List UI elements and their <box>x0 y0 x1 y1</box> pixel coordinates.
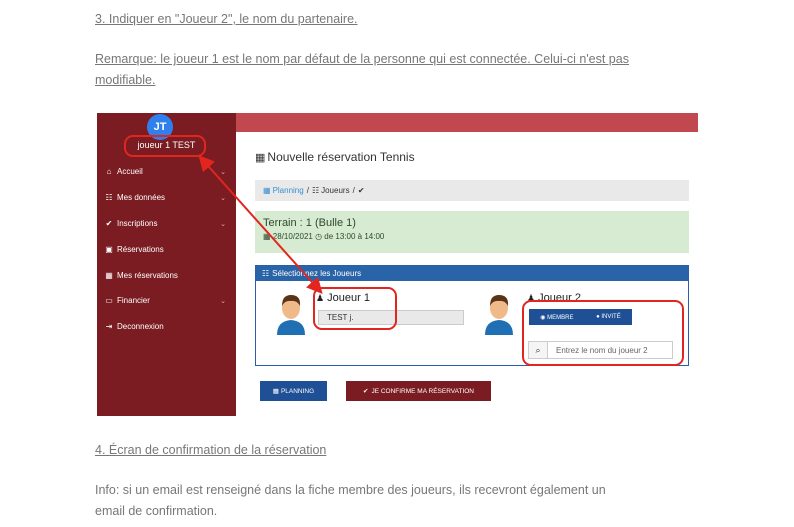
check-icon: ✔ <box>105 219 113 228</box>
terrain-schedule: ▦ 28/10/2021 ◷ de 13:00 à 14:00 <box>263 232 681 241</box>
planning-button[interactable]: ▦ PLANNING <box>260 381 327 401</box>
calendar-icon: ▦ <box>263 232 271 241</box>
users-icon: ☷ <box>311 186 320 195</box>
sidebar-item-label: Accueil <box>117 167 143 176</box>
sidebar-item-deconnexion[interactable]: ⇥ Deconnexion <box>103 322 229 331</box>
players-panel-header: ☷ Sélectionnez les Joueurs <box>256 266 688 281</box>
terrain-title: Terrain : 1 (Bulle 1) <box>263 217 356 229</box>
highlight-user-name <box>124 135 206 157</box>
terrain-time: de 13:00 à 14:00 <box>324 232 385 241</box>
sidebar-item-reservations[interactable]: ▣ Réservations <box>103 245 229 254</box>
terrain-info: Terrain : 1 (Bulle 1) ▦ 28/10/2021 ◷ de … <box>255 211 689 253</box>
clock-icon: ◷ <box>315 232 323 241</box>
chevron-down-icon: ⌄ <box>220 297 226 305</box>
sidebar-item-label: Financier <box>117 296 150 305</box>
info-line-1: Info: si un email est renseigné dans la … <box>95 483 606 497</box>
money-icon: ▭ <box>105 296 113 305</box>
chevron-down-icon: ⌄ <box>220 220 226 228</box>
check-icon: ✔ <box>362 388 369 395</box>
sidebar-item-financier[interactable]: ▭ Financier ⌄ <box>103 296 229 305</box>
calendar-icon: ▦ <box>255 151 266 164</box>
chevron-down-icon: ⌄ <box>220 194 226 202</box>
calendar-check-icon: ▣ <box>105 245 113 254</box>
confirm-reservation-button[interactable]: ✔ JE CONFIRME MA RÉSERVATION <box>346 381 491 401</box>
confirm-button-label: JE CONFIRME MA RÉSERVATION <box>371 387 475 395</box>
terrain-date: 28/10/2021 <box>272 232 313 241</box>
breadcrumb-separator: / <box>306 186 309 195</box>
remark-line-2: modifiable. <box>95 73 156 87</box>
remark-text: Remarque: le joueur 1 est le nom par déf… <box>95 49 705 91</box>
app-screenshot: JT joueur 1 TEST ⌂ Accueil ⌄ ☷ Mes donné… <box>97 113 698 416</box>
step-4-text: 4. Écran de confirmation de la réservati… <box>95 443 327 457</box>
breadcrumb-joueurs: Joueurs <box>321 186 350 195</box>
player-2-avatar-icon <box>485 295 513 335</box>
players-header-text: Sélectionnez les Joueurs <box>272 269 362 278</box>
calendar-icon: ▦ <box>105 271 113 280</box>
breadcrumb-separator: / <box>352 186 355 195</box>
highlight-player-2 <box>522 300 684 366</box>
info-text: Info: si un email est renseigné dans la … <box>95 480 705 522</box>
check-icon: ✔ <box>357 186 365 195</box>
chevron-down-icon: ⌄ <box>220 168 226 176</box>
highlight-player-1 <box>313 287 397 330</box>
users-icon: ☷ <box>105 193 113 202</box>
page-title: ▦ Nouvelle réservation Tennis <box>255 150 415 164</box>
sidebar-item-label: Inscriptions <box>117 219 158 228</box>
sidebar-item-mes-donnees[interactable]: ☷ Mes données ⌄ <box>103 193 229 202</box>
top-bar <box>236 113 698 132</box>
home-icon: ⌂ <box>106 167 112 176</box>
sidebar-item-label: Réservations <box>117 245 164 254</box>
sidebar-item-inscriptions[interactable]: ✔ Inscriptions ⌄ <box>103 219 229 228</box>
sidebar: JT joueur 1 TEST ⌂ Accueil ⌄ ☷ Mes donné… <box>97 113 236 416</box>
logout-icon: ⇥ <box>105 322 113 331</box>
sidebar-item-label: Mes données <box>117 193 166 202</box>
breadcrumb-planning[interactable]: Planning <box>273 186 304 195</box>
player-1-avatar-icon <box>277 295 305 335</box>
calendar-icon: ▦ <box>263 186 271 195</box>
users-icon: ☷ <box>262 269 270 278</box>
sidebar-item-mes-reservations[interactable]: ▦ Mes réservations <box>103 271 229 280</box>
info-line-2: email de confirmation. <box>95 504 218 518</box>
sidebar-item-label: Deconnexion <box>117 322 164 331</box>
sidebar-item-label: Mes réservations <box>117 271 178 280</box>
breadcrumb: ▦ Planning / ☷ Joueurs / ✔ <box>255 180 689 201</box>
page-title-text: Nouvelle réservation Tennis <box>267 150 415 164</box>
remark-line-1: Remarque: le joueur 1 est le nom par déf… <box>95 52 629 66</box>
sidebar-item-accueil[interactable]: ⌂ Accueil ⌄ <box>103 167 229 176</box>
step-3-text: 3. Indiquer en "Joueur 2", le nom du par… <box>95 12 358 26</box>
planning-button-label: PLANNING <box>280 387 315 395</box>
calendar-icon: ▦ <box>272 388 279 395</box>
